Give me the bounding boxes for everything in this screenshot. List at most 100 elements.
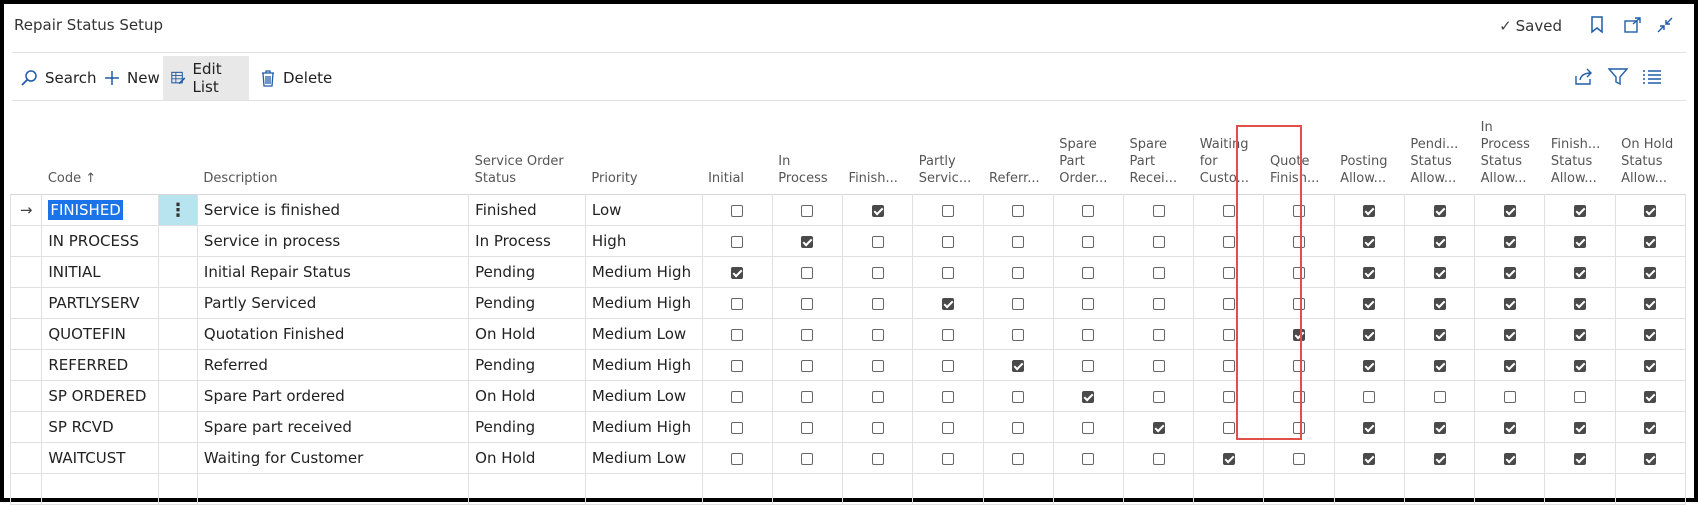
finished-status-allowed-checkbox[interactable] bbox=[1573, 297, 1586, 310]
finished-status-allowed-checkbox[interactable] bbox=[1573, 266, 1586, 279]
cell-service-order-status[interactable]: On Hold bbox=[468, 318, 586, 350]
column-header-code[interactable]: Code ↑ bbox=[42, 100, 159, 195]
cell-code[interactable]: INITIAL bbox=[41, 256, 160, 288]
cell-service-order-status[interactable]: Pending bbox=[468, 287, 586, 319]
pending-status-allowed-checkbox[interactable] bbox=[1433, 235, 1446, 248]
column-header-quote-finished[interactable]: Quote Finish... bbox=[1264, 100, 1334, 195]
in-process-checkbox[interactable] bbox=[801, 266, 814, 279]
cell-description[interactable]: Initial Repair Status bbox=[196, 256, 470, 288]
waiting-for-customer-checkbox[interactable] bbox=[1222, 390, 1235, 403]
finished-checkbox[interactable] bbox=[871, 266, 884, 279]
referred-checkbox[interactable] bbox=[1012, 297, 1025, 310]
finished-status-allowed-checkbox[interactable] bbox=[1573, 421, 1586, 434]
finished-checkbox[interactable] bbox=[871, 235, 884, 248]
finished-checkbox[interactable] bbox=[871, 328, 884, 341]
spare-part-received-checkbox[interactable] bbox=[1152, 235, 1165, 248]
open-new-window-icon[interactable] bbox=[1622, 14, 1644, 36]
in-process-status-allowed-checkbox[interactable] bbox=[1503, 297, 1516, 310]
in-process-checkbox[interactable] bbox=[801, 421, 814, 434]
table-row[interactable]: IN PROCESS Service in process In Process Hi… bbox=[9, 225, 1687, 257]
column-header-service-order-status[interactable]: Service Order Status bbox=[469, 100, 586, 195]
posting-allowed-checkbox[interactable] bbox=[1363, 390, 1376, 403]
cell-code[interactable]: IN PROCESS bbox=[41, 225, 160, 257]
cell-service-order-status[interactable]: Pending bbox=[468, 349, 586, 381]
column-header-spare-part-ordered[interactable]: Spare Part Order... bbox=[1053, 100, 1123, 195]
table-row[interactable]: SP RCVD Spare part received Pending Medium … bbox=[9, 411, 1687, 443]
posting-allowed-checkbox[interactable] bbox=[1363, 452, 1376, 465]
search-button[interactable]: Search bbox=[12, 56, 105, 100]
table-row[interactable]: PARTLYSERV Partly Serviced Pending Medium H… bbox=[9, 287, 1687, 319]
partly-serviced-checkbox[interactable] bbox=[941, 266, 954, 279]
pending-status-allowed-checkbox[interactable] bbox=[1433, 328, 1446, 341]
cell-description[interactable]: Service in process bbox=[196, 225, 470, 257]
spare-part-received-checkbox[interactable] bbox=[1152, 421, 1165, 434]
on-hold-status-allowed-checkbox[interactable] bbox=[1644, 235, 1657, 248]
finished-checkbox[interactable] bbox=[871, 359, 884, 372]
column-header-pending-status-allowed[interactable]: Pendi... Status Allow... bbox=[1404, 100, 1474, 195]
finished-checkbox[interactable] bbox=[871, 204, 884, 217]
waiting-for-customer-checkbox[interactable] bbox=[1222, 235, 1235, 248]
initial-checkbox[interactable] bbox=[731, 421, 744, 434]
cell-code[interactable]: FINISHED bbox=[41, 194, 160, 226]
finished-status-allowed-checkbox[interactable] bbox=[1573, 328, 1586, 341]
on-hold-status-allowed-checkbox[interactable] bbox=[1644, 297, 1657, 310]
waiting-for-customer-checkbox[interactable] bbox=[1222, 266, 1235, 279]
column-header-finished[interactable]: Finish... bbox=[843, 100, 913, 195]
cell-code[interactable]: QUOTEFIN bbox=[41, 318, 160, 350]
on-hold-status-allowed-checkbox[interactable] bbox=[1644, 390, 1657, 403]
collapse-icon[interactable] bbox=[1654, 14, 1676, 36]
edit-list-button[interactable]: Edit List bbox=[163, 56, 249, 100]
table-row[interactable]: INITIAL Initial Repair Status Pending Mediu… bbox=[9, 256, 1687, 288]
spare-part-received-checkbox[interactable] bbox=[1152, 390, 1165, 403]
cell-service-order-status[interactable]: Pending bbox=[468, 411, 586, 443]
on-hold-status-allowed-checkbox[interactable] bbox=[1644, 452, 1657, 465]
finished-checkbox[interactable] bbox=[871, 297, 884, 310]
cell-code[interactable]: SP RCVD bbox=[41, 411, 160, 443]
spare-part-received-checkbox[interactable] bbox=[1152, 328, 1165, 341]
cell-priority[interactable]: Medium Low bbox=[584, 318, 703, 350]
spare-part-ordered-checkbox[interactable] bbox=[1082, 421, 1095, 434]
in-process-status-allowed-checkbox[interactable] bbox=[1503, 359, 1516, 372]
on-hold-status-allowed-checkbox[interactable] bbox=[1644, 421, 1657, 434]
table-row[interactable]: → FINISHED ⋮ Service is finished Finished Low bbox=[9, 194, 1687, 226]
table-row[interactable]: SP ORDERED Spare Part ordered On Hold Mediu… bbox=[9, 380, 1687, 412]
initial-checkbox[interactable] bbox=[731, 235, 744, 248]
waiting-for-customer-checkbox[interactable] bbox=[1222, 452, 1235, 465]
in-process-checkbox[interactable] bbox=[801, 359, 814, 372]
spare-part-ordered-checkbox[interactable] bbox=[1082, 328, 1095, 341]
in-process-status-allowed-checkbox[interactable] bbox=[1503, 421, 1516, 434]
column-header-referred[interactable]: Referr... bbox=[983, 100, 1053, 195]
cell-service-order-status[interactable]: On Hold bbox=[468, 442, 586, 474]
in-process-status-allowed-checkbox[interactable] bbox=[1503, 452, 1516, 465]
referred-checkbox[interactable] bbox=[1012, 452, 1025, 465]
pending-status-allowed-checkbox[interactable] bbox=[1433, 421, 1446, 434]
spare-part-ordered-checkbox[interactable] bbox=[1082, 390, 1095, 403]
cell-code[interactable]: REFERRED bbox=[41, 349, 160, 381]
finished-status-allowed-checkbox[interactable] bbox=[1573, 204, 1586, 217]
quote-finished-checkbox[interactable] bbox=[1293, 421, 1306, 434]
initial-checkbox[interactable] bbox=[731, 266, 744, 279]
waiting-for-customer-checkbox[interactable] bbox=[1222, 359, 1235, 372]
spare-part-ordered-checkbox[interactable] bbox=[1082, 266, 1095, 279]
on-hold-status-allowed-checkbox[interactable] bbox=[1644, 328, 1657, 341]
column-header-on-hold-status-allowed[interactable]: On Hold Status Allow... bbox=[1615, 100, 1685, 195]
on-hold-status-allowed-checkbox[interactable] bbox=[1644, 204, 1657, 217]
in-process-status-allowed-checkbox[interactable] bbox=[1503, 204, 1516, 217]
cell-description[interactable]: Partly Serviced bbox=[196, 287, 470, 319]
column-header-in-process-status-allowed[interactable]: In Process Status Allow... bbox=[1475, 100, 1545, 195]
more-options-icon[interactable]: ⋮ bbox=[169, 200, 187, 221]
quote-finished-checkbox[interactable] bbox=[1293, 204, 1306, 217]
partly-serviced-checkbox[interactable] bbox=[941, 297, 954, 310]
partly-serviced-checkbox[interactable] bbox=[941, 204, 954, 217]
referred-checkbox[interactable] bbox=[1012, 359, 1025, 372]
finished-status-allowed-checkbox[interactable] bbox=[1573, 390, 1586, 403]
column-header-spare-part-received[interactable]: Spare Part Recei... bbox=[1123, 100, 1193, 195]
cell-priority[interactable]: High bbox=[584, 225, 703, 257]
cell-description[interactable]: Quotation Finished bbox=[196, 318, 470, 350]
quote-finished-checkbox[interactable] bbox=[1293, 390, 1306, 403]
table-row[interactable]: QUOTEFIN Quotation Finished On Hold Medium … bbox=[9, 318, 1687, 350]
share-icon[interactable] bbox=[1572, 65, 1596, 89]
waiting-for-customer-checkbox[interactable] bbox=[1222, 204, 1235, 217]
posting-allowed-checkbox[interactable] bbox=[1363, 359, 1376, 372]
table-row[interactable]: REFERRED Referred Pending Medium High bbox=[9, 349, 1687, 381]
